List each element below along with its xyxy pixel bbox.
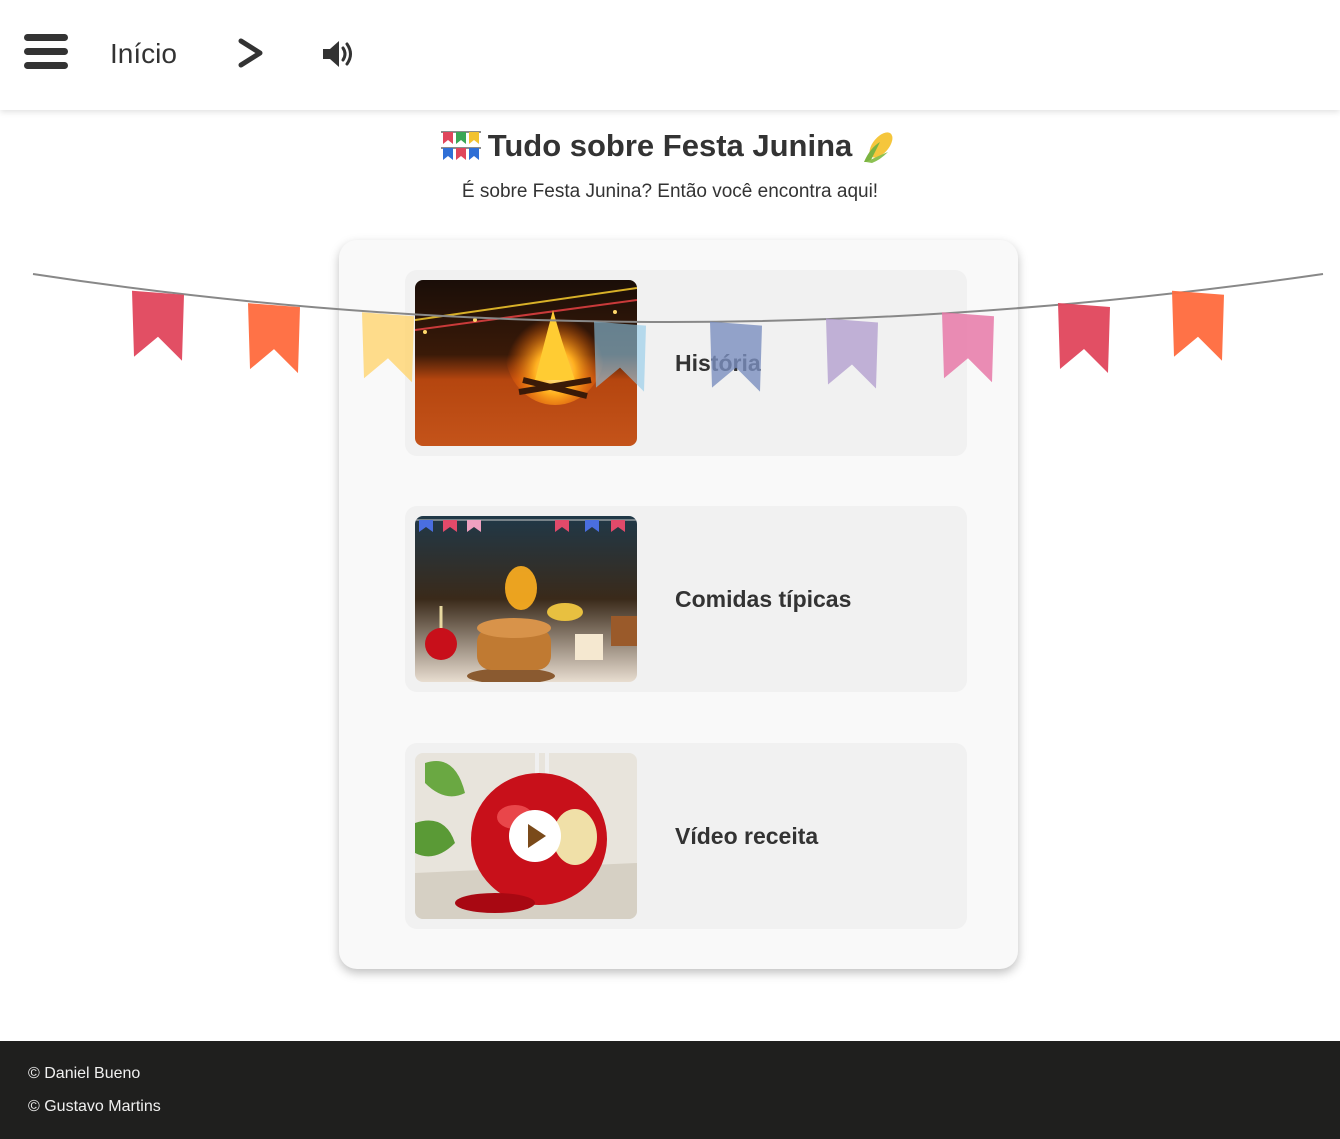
page-title-row: Tudo sobre Festa Junina xyxy=(440,128,901,164)
candy-apple-video-thumbnail xyxy=(415,753,637,919)
speaker-volume-icon[interactable] xyxy=(320,38,356,70)
page-subtitle: É sobre Festa Junina? Então você encontr… xyxy=(461,181,879,202)
corn-icon xyxy=(858,128,900,164)
bunting-flags-icon xyxy=(440,128,482,164)
top-nav-bar: Início xyxy=(0,0,1340,110)
topic-label-comidas: Comidas típicas xyxy=(675,586,852,612)
bunting-flag xyxy=(248,303,300,374)
page-footer: © Daniel Bueno © Gustavo Martins xyxy=(0,1041,1340,1139)
play-icon[interactable] xyxy=(508,809,562,863)
page-heading: Tudo sobre Festa Junina É sobre Festa Ju… xyxy=(0,128,1340,203)
bunting-flag xyxy=(1172,290,1224,361)
bunting-flag xyxy=(1058,302,1110,373)
footer-credit: © Gustavo Martins xyxy=(28,1098,161,1115)
hamburger-menu-icon[interactable] xyxy=(24,34,68,70)
page-title: Tudo sobre Festa Junina xyxy=(487,128,853,163)
topics-card: História Comidas típicas Vídeo receita xyxy=(339,240,1018,969)
topic-item-historia[interactable]: História xyxy=(405,270,967,456)
topic-label-historia: História xyxy=(675,350,761,376)
nav-home-link[interactable]: Início xyxy=(110,38,177,70)
bunting-flag xyxy=(132,290,184,361)
footer-credit: © Daniel Bueno xyxy=(28,1065,141,1082)
topic-item-video-receita[interactable]: Vídeo receita xyxy=(405,743,967,929)
topic-label-video-receita: Vídeo receita xyxy=(675,823,819,849)
bonfire-image xyxy=(415,280,637,446)
topic-item-comidas[interactable]: Comidas típicas xyxy=(405,506,967,692)
food-table-image xyxy=(415,516,637,682)
chevron-right-icon[interactable] xyxy=(236,36,266,70)
